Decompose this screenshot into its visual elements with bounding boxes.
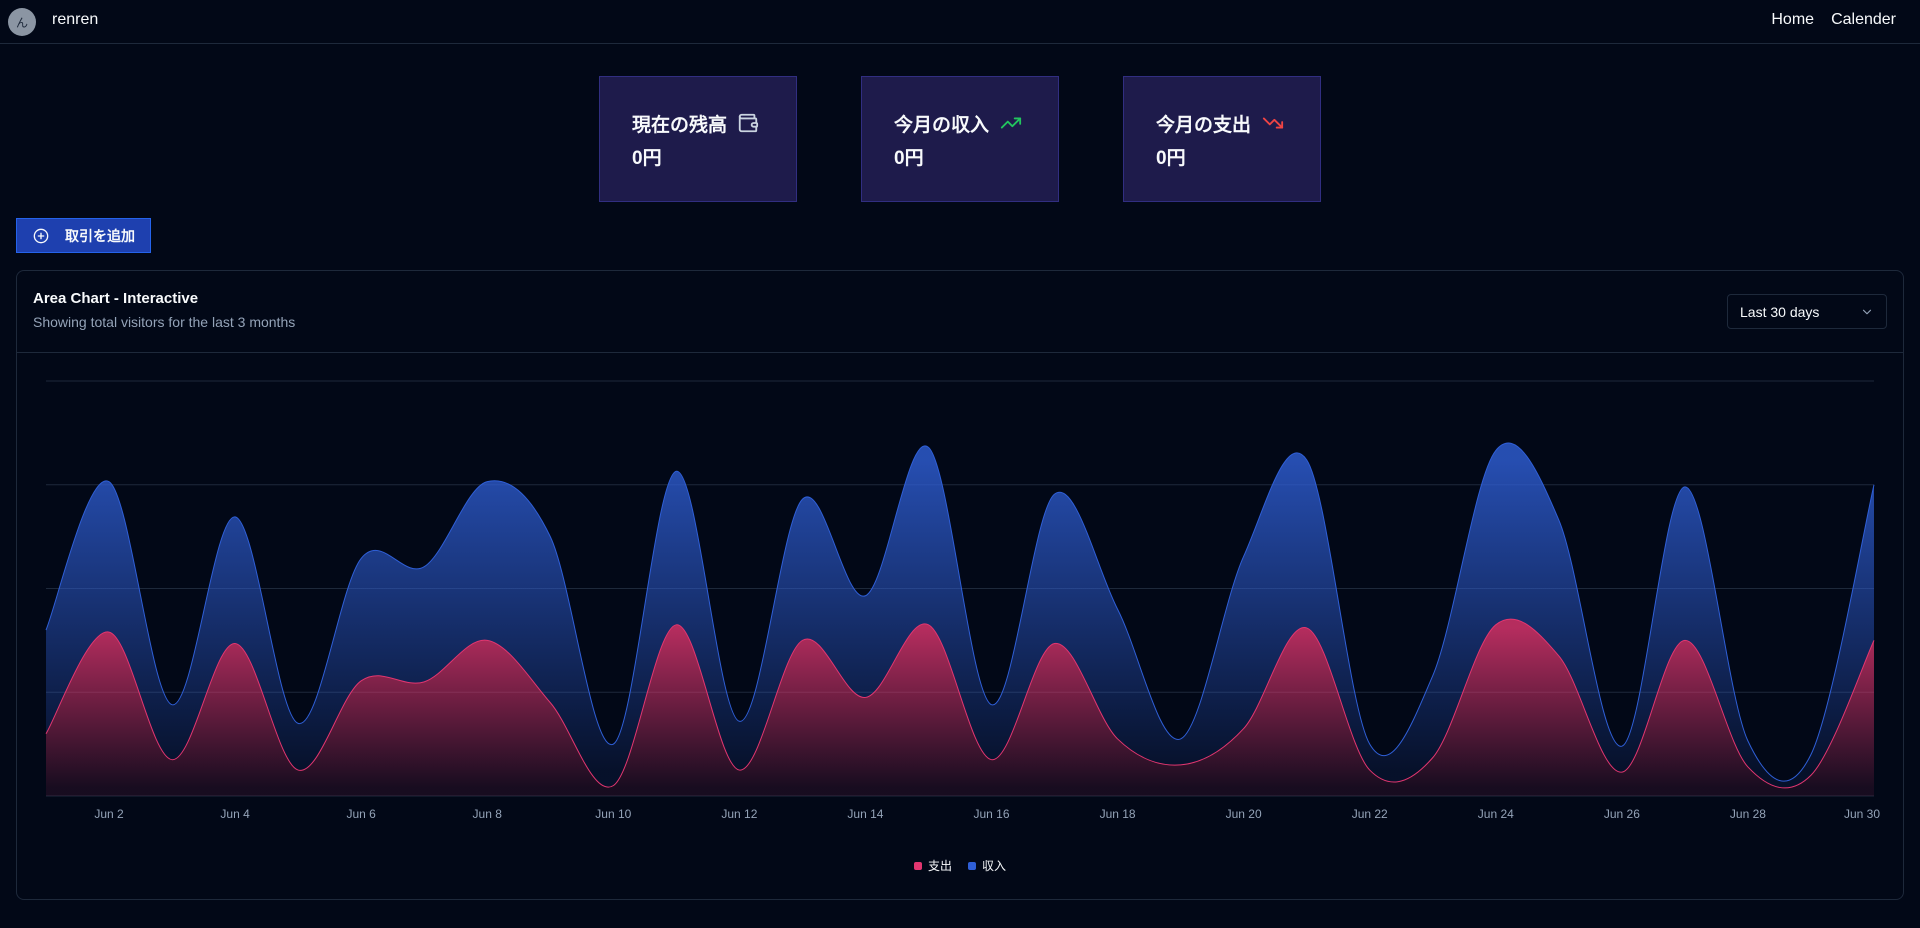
- x-tick-label: Jun 24: [1478, 807, 1514, 821]
- balance-card-title-row: 現在の残高: [632, 111, 796, 136]
- balance-card: 現在の残高 0円: [599, 76, 797, 202]
- nav-links: Home Calender: [1771, 11, 1896, 29]
- user-avatar[interactable]: ん: [8, 8, 36, 36]
- chart-header: Area Chart - Interactive Showing total v…: [17, 271, 1903, 353]
- expense-card-value: 0円: [1156, 148, 1186, 169]
- x-tick-label: Jun 14: [847, 807, 883, 821]
- x-tick-label: Jun 10: [595, 807, 631, 821]
- x-tick-label: Jun 2: [94, 807, 124, 821]
- legend-item: 支出: [913, 857, 952, 874]
- area-chart-card: Area Chart - Interactive Showing total v…: [16, 270, 1904, 900]
- expense-card-title: 今月の支出: [1156, 114, 1252, 136]
- time-range-select[interactable]: Last 30 days: [1727, 294, 1887, 329]
- legend-swatch: [968, 861, 976, 870]
- x-tick-label: Jun 28: [1730, 807, 1766, 821]
- balance-card-value: 0円: [632, 148, 662, 169]
- trending-down-icon: [1262, 117, 1284, 129]
- chart-series: [45, 442, 1875, 796]
- area-chart[interactable]: Jun 2 Jun 4 Jun 6 Jun 8 Jun 10 Jun 12 Jun 14 Ju…: [17, 353, 1903, 853]
- legend-item: 収入: [968, 857, 1006, 874]
- x-tick-label: Jun 22: [1352, 807, 1388, 821]
- x-tick-label: Jun 20: [1226, 807, 1262, 821]
- legend-label: 支出: [927, 859, 952, 873]
- top-navbar: ん renren Home Calender: [0, 0, 1920, 44]
- expense-card: 今月の支出 0円: [1123, 76, 1321, 202]
- income-card: 今月の収入 0円: [861, 76, 1059, 202]
- income-card-title: 今月の収入: [894, 114, 990, 136]
- nav-link-home[interactable]: Home: [1771, 11, 1814, 29]
- income-card-value: 0円: [894, 148, 924, 169]
- legend-label: 収入: [982, 859, 1007, 873]
- chart-title: Area Chart - Interactive: [33, 290, 199, 307]
- x-tick-label: Jun 12: [721, 807, 757, 821]
- x-tick-label: Jun 6: [346, 807, 376, 821]
- x-tick-label: Jun 26: [1604, 807, 1640, 821]
- add-transaction-label: 取引を追加: [65, 227, 135, 244]
- expense-card-title-row: 今月の支出: [1156, 111, 1320, 136]
- x-tick-label: Jun 4: [220, 807, 250, 821]
- add-transaction-button[interactable]: 取引を追加: [16, 218, 151, 253]
- plus-circle-icon: [33, 228, 49, 243]
- trending-up-icon: [1000, 117, 1022, 129]
- x-tick-label: Jun 30: [1844, 807, 1880, 821]
- chart-legend: 支出 収入: [17, 857, 1903, 874]
- x-axis-ticks: Jun 2 Jun 4 Jun 6 Jun 8 Jun 10 Jun 12 Jun 14 Ju…: [94, 807, 1880, 821]
- nav-link-calender[interactable]: Calender: [1831, 11, 1896, 29]
- time-range-value: Last 30 days: [1740, 303, 1820, 320]
- app-name: renren: [52, 11, 99, 28]
- chart-description: Showing total visitors for the last 3 mo…: [33, 314, 296, 330]
- x-tick-label: Jun 8: [473, 807, 503, 821]
- legend-swatch: [913, 861, 922, 870]
- x-tick-label: Jun 16: [974, 807, 1010, 821]
- balance-card-title: 現在の残高: [632, 114, 728, 136]
- wallet-icon: [738, 113, 759, 133]
- avatar-text: ん: [15, 15, 28, 30]
- x-tick-label: Jun 18: [1100, 807, 1136, 821]
- income-card-title-row: 今月の収入: [894, 111, 1058, 136]
- chevron-down-icon: [1862, 309, 1872, 315]
